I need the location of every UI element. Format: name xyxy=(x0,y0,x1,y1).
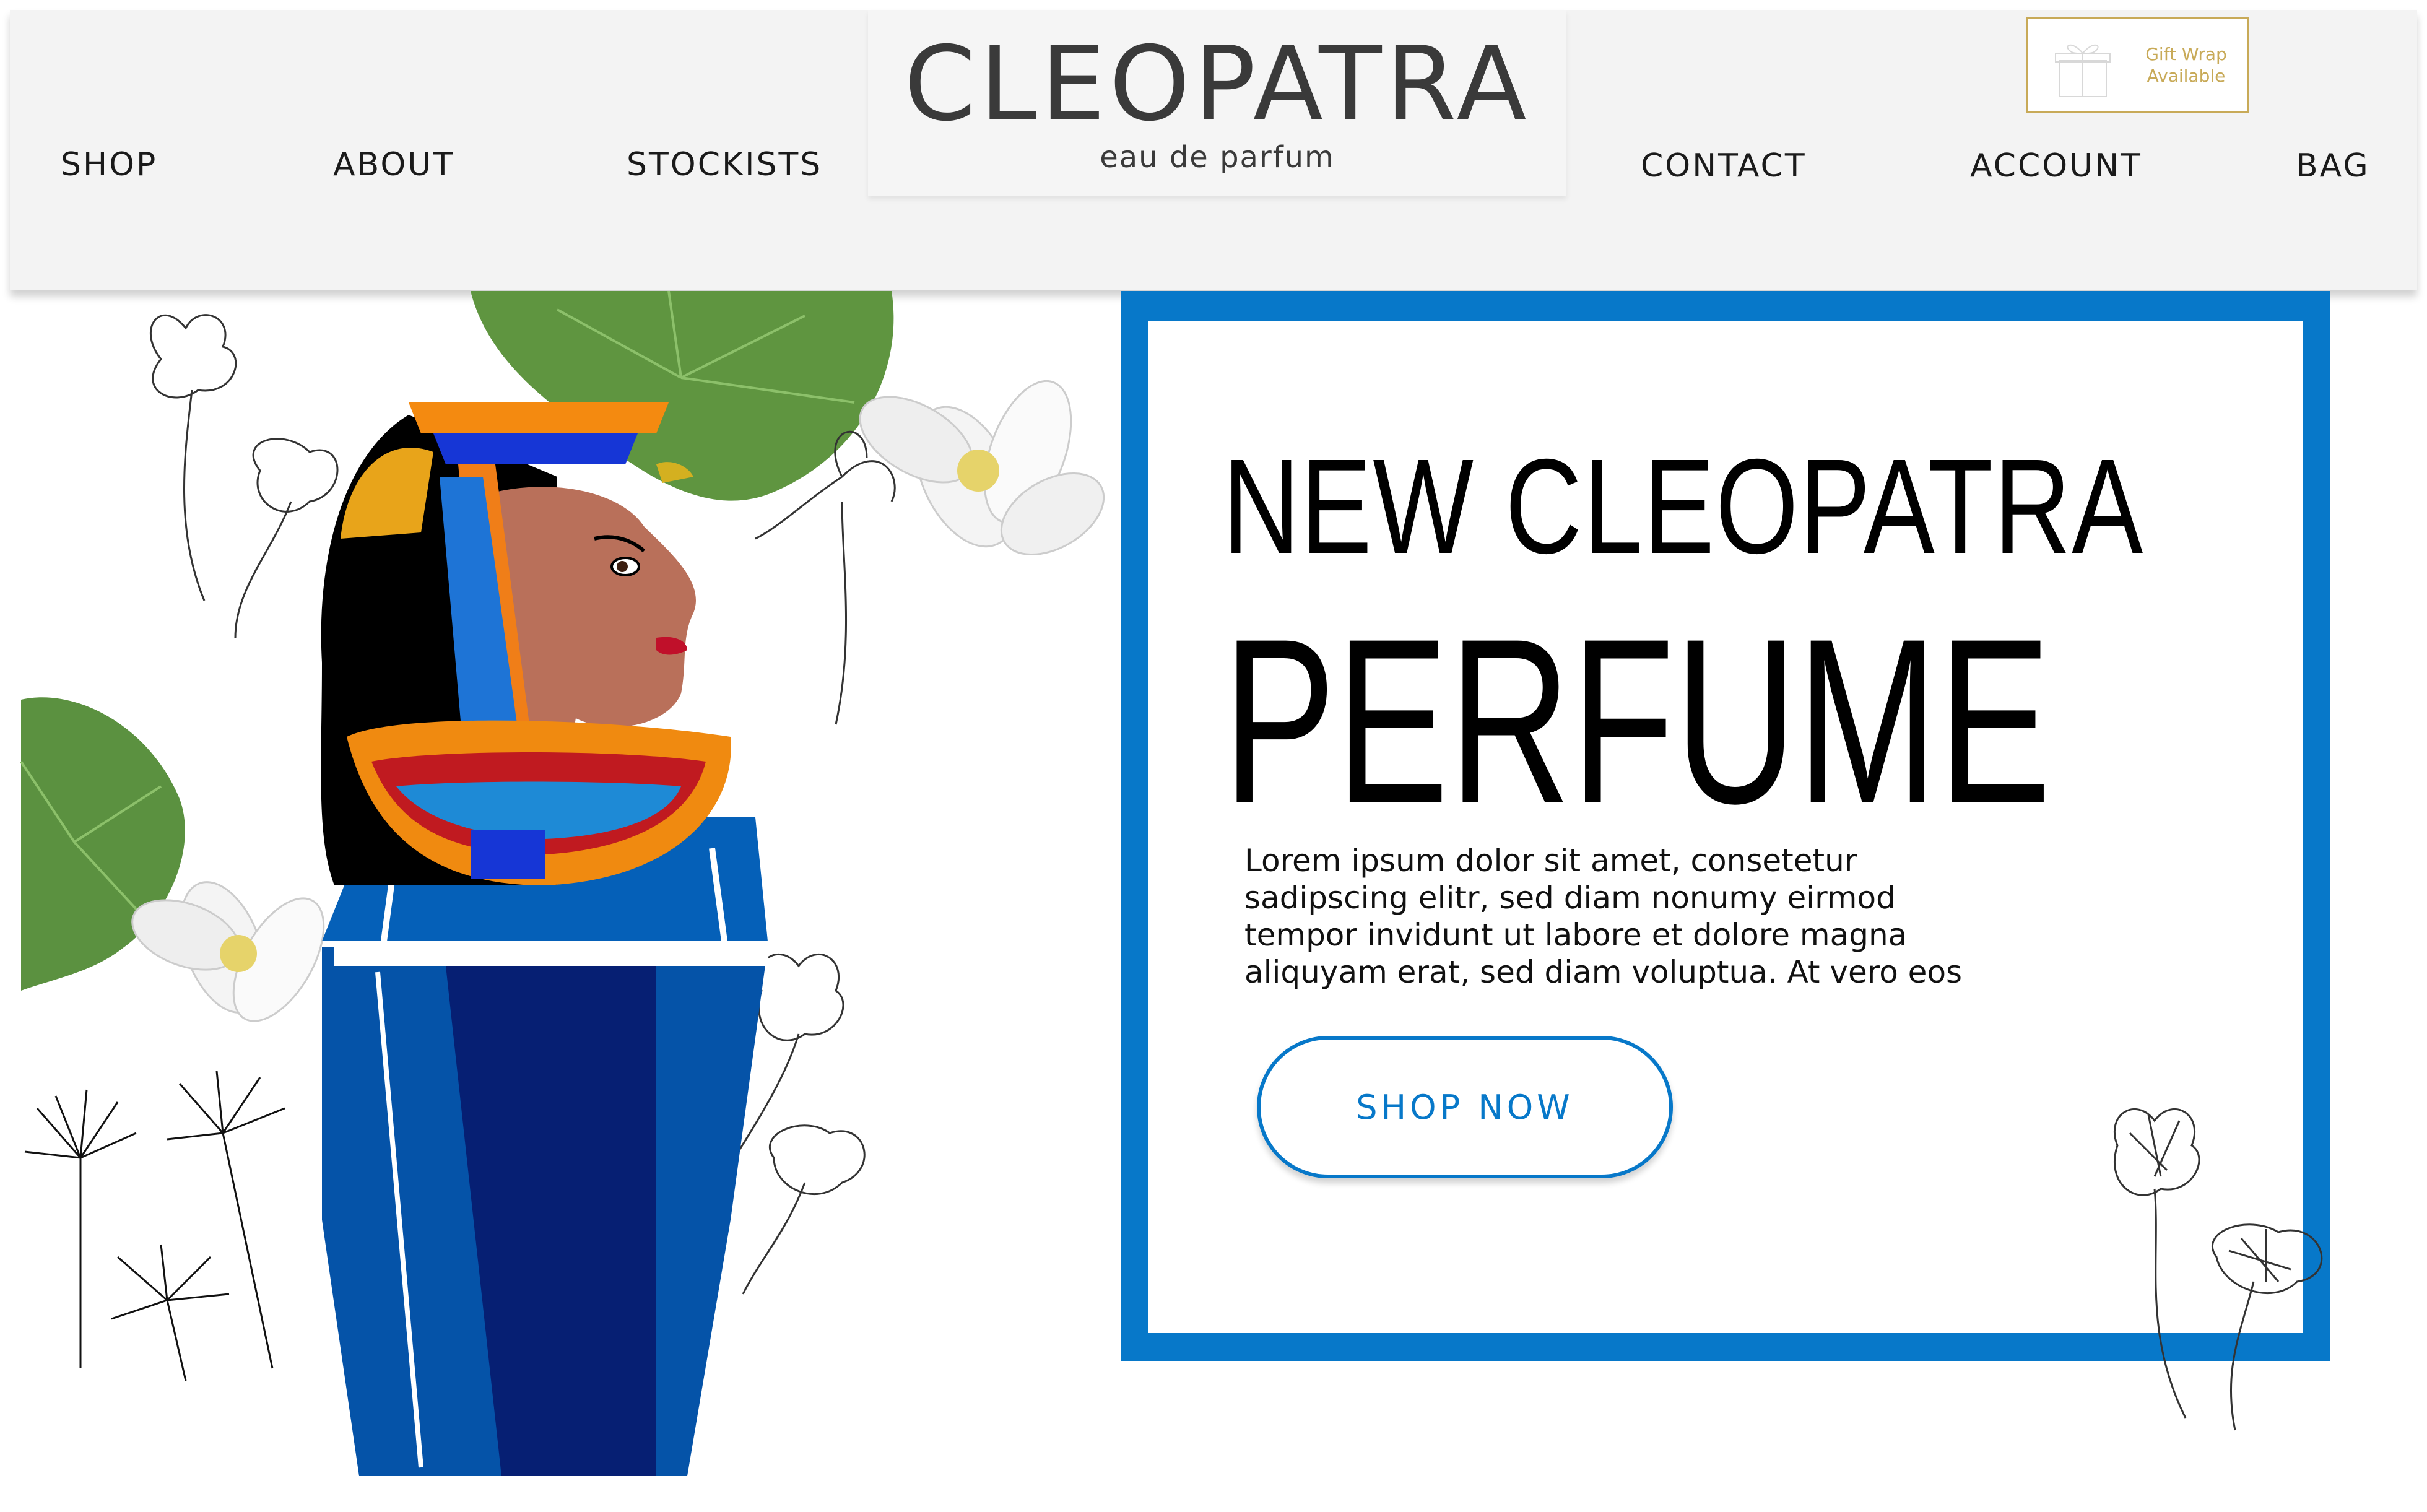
site-header: SHOP ABOUT STOCKISTS CLEOPATRA eau de pa… xyxy=(10,10,2417,290)
nav-contact[interactable]: CONTACT xyxy=(1641,150,1807,182)
nav-stockists[interactable]: STOCKISTS xyxy=(627,149,822,181)
hero-body-text: Lorem ipsum dolor sit amet, consetetur s… xyxy=(1244,843,1963,990)
cleopatra-figure xyxy=(321,402,731,885)
shop-now-button[interactable]: SHOP NOW xyxy=(1257,1036,1673,1178)
shop-now-label: SHOP NOW xyxy=(1356,1087,1574,1127)
papyrus-sketch xyxy=(24,1071,285,1381)
brand-logo[interactable]: CLEOPATRA eau de parfum xyxy=(868,10,1566,196)
gift-wrap-line2: Available xyxy=(2147,66,2226,86)
nav-account[interactable]: ACCOUNT xyxy=(1970,150,2142,182)
gift-wrap-line1: Gift Wrap xyxy=(2145,44,2227,64)
perfume-bottle xyxy=(322,817,768,1476)
hero-headline-line1: NEW CLEOPATRA xyxy=(1223,432,2144,582)
hero-headline-line2: PERFUME xyxy=(1223,589,2051,853)
gift-wrap-badge[interactable]: Gift Wrap Available xyxy=(2026,17,2249,113)
white-lotus-flower xyxy=(859,380,1105,556)
nav-bag[interactable]: BAG xyxy=(2296,150,2370,182)
brand-tagline: eau de parfum xyxy=(1100,140,1335,175)
nav-about[interactable]: ABOUT xyxy=(333,149,454,181)
sketched-lotus-corner xyxy=(2113,1108,2323,1431)
cleopatra-perfume-illustration xyxy=(20,291,1105,1476)
nav-shop[interactable]: SHOP xyxy=(61,149,157,181)
brand-name: CLEOPATRA xyxy=(904,25,1530,144)
gift-box-icon xyxy=(2055,44,2111,97)
